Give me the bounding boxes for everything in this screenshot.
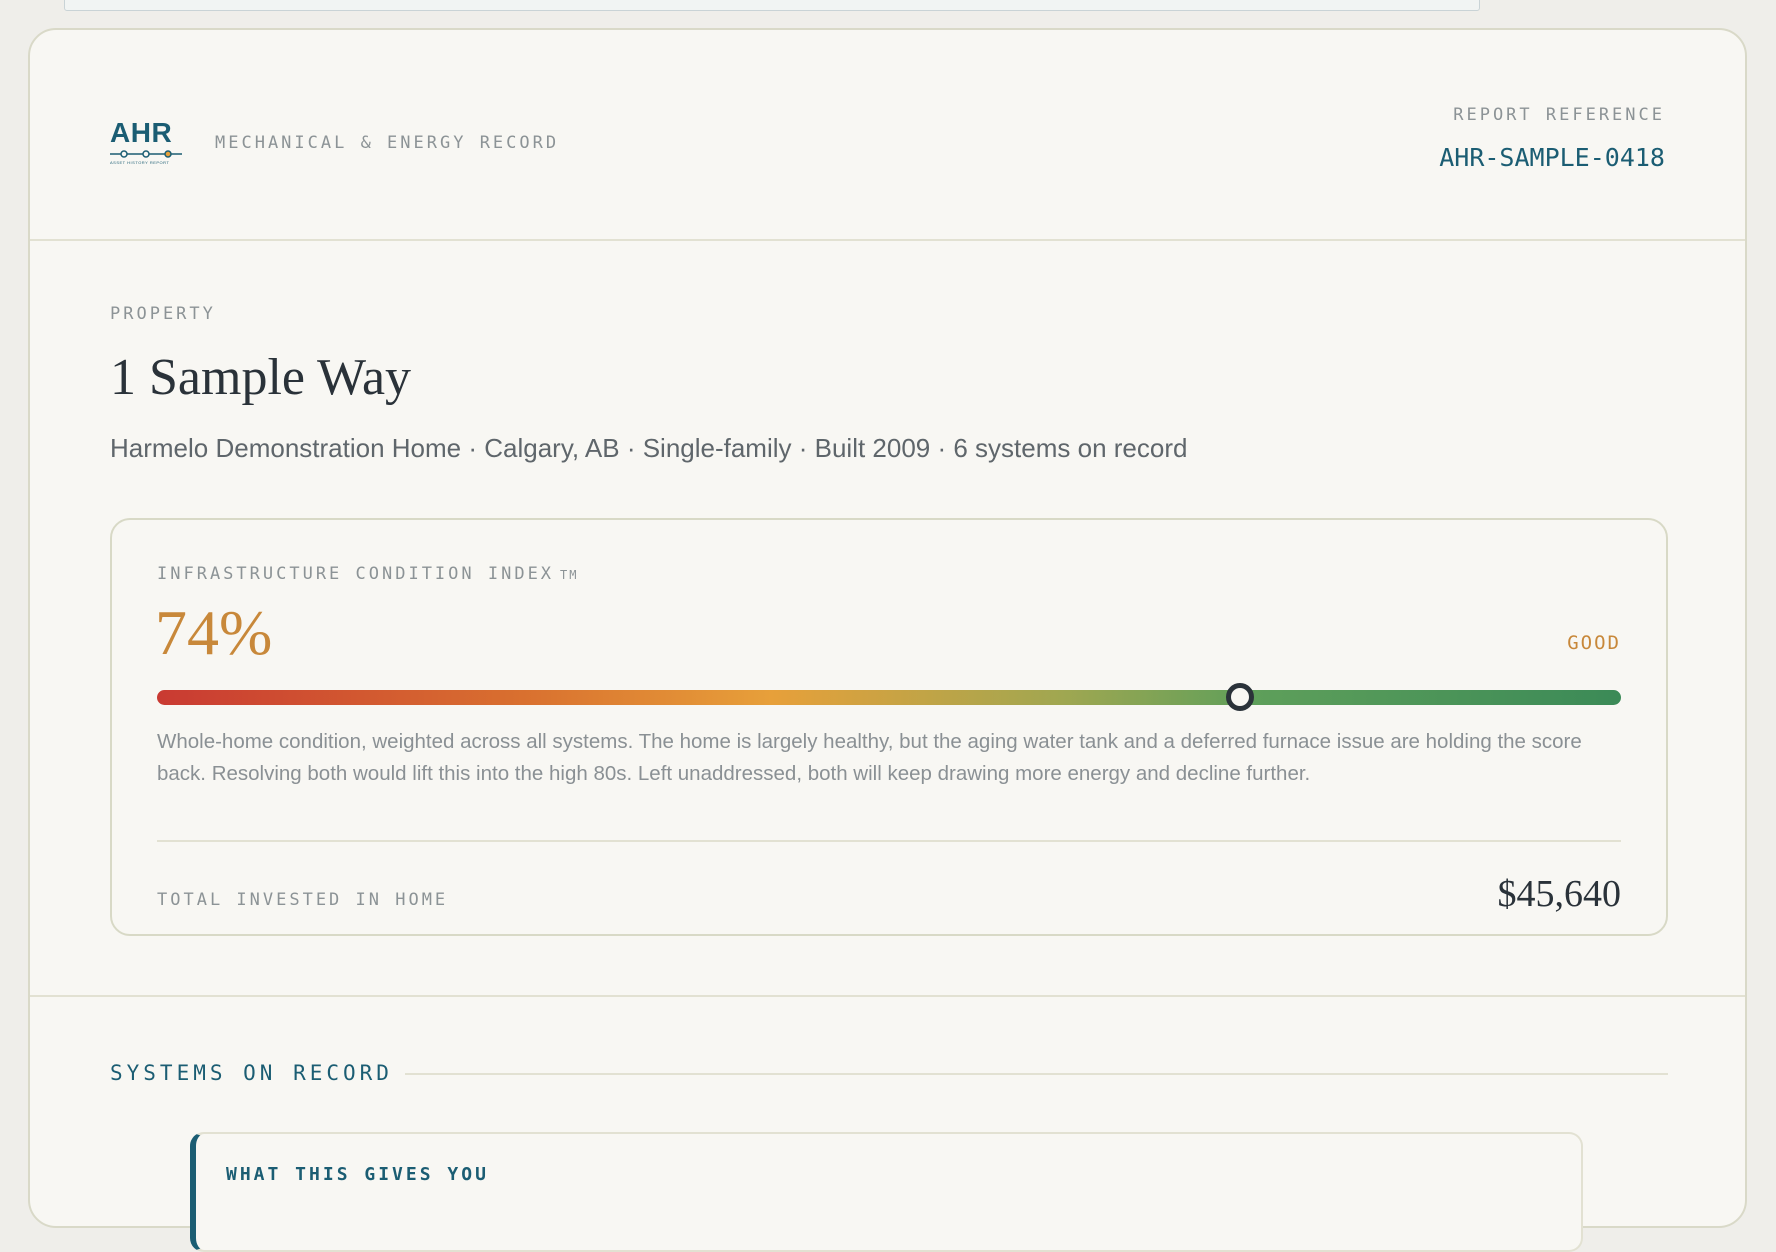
gauge-marker bbox=[1226, 683, 1255, 711]
property-name: 1 Sample Way bbox=[110, 349, 412, 406]
condition-index-value: 74% bbox=[155, 597, 273, 668]
ahr-logo: AHR ASSET HISTORY REPORT bbox=[110, 118, 192, 178]
panel-divider bbox=[157, 840, 1621, 842]
logo-text: AHR bbox=[110, 117, 173, 148]
condition-status: GOOD bbox=[1567, 632, 1621, 654]
systems-heading: SYSTEMS ON RECORD bbox=[110, 1061, 393, 1085]
total-invested-value: $45,640 bbox=[1497, 873, 1622, 915]
report-header: AHR ASSET HISTORY REPORT MECHANICAL & EN… bbox=[30, 30, 1745, 241]
top-strip bbox=[64, 0, 1480, 11]
section-divider bbox=[30, 995, 1745, 997]
property-meta: Harmelo Demonstration Home · Calgary, AB… bbox=[110, 433, 1188, 463]
report-reference-label: REPORT REFERENCE bbox=[1453, 105, 1665, 125]
condition-index-label: INFRASTRUCTURE CONDITION INDEX TM bbox=[157, 564, 579, 584]
logo-connector-icon bbox=[110, 150, 182, 158]
what-this-gives-you-callout: WHAT THIS GIVES YOU bbox=[190, 1132, 1583, 1252]
condition-gauge bbox=[157, 683, 1621, 711]
condition-index-panel: INFRASTRUCTURE CONDITION INDEX TM 74% GOO… bbox=[110, 518, 1668, 936]
systems-heading-rule bbox=[405, 1073, 1668, 1075]
condition-index-title: INFRASTRUCTURE CONDITION INDEX bbox=[157, 564, 555, 584]
record-type: MECHANICAL & ENERGY RECORD bbox=[215, 133, 560, 153]
report-reference-value: AHR-SAMPLE-0418 bbox=[1439, 143, 1665, 172]
report-card: AHR ASSET HISTORY REPORT MECHANICAL & EN… bbox=[28, 28, 1747, 1252]
property-label: PROPERTY bbox=[110, 304, 216, 324]
trademark: TM bbox=[560, 568, 579, 582]
condition-description: Whole-home condition, weighted across al… bbox=[157, 730, 1582, 785]
logo-tagline: ASSET HISTORY REPORT bbox=[110, 160, 170, 165]
total-invested-label: TOTAL INVESTED IN HOME bbox=[157, 890, 449, 910]
